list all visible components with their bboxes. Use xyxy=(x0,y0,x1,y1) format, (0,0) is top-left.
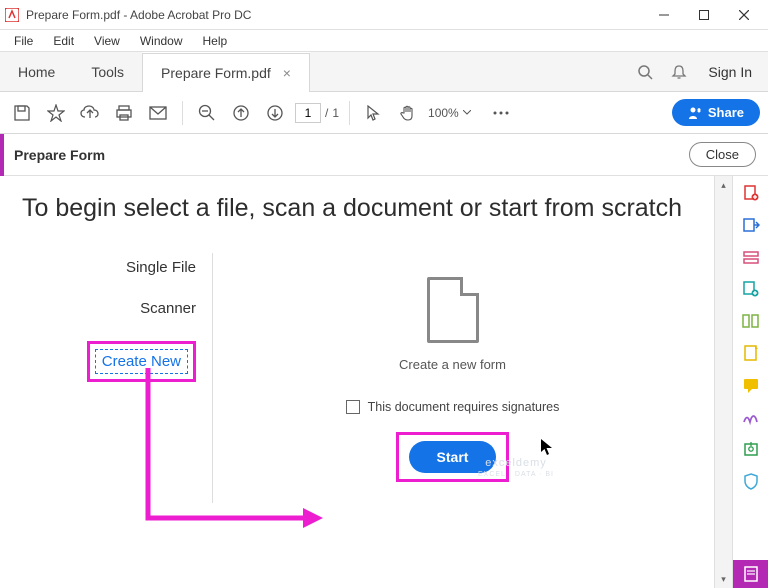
more-icon[interactable] xyxy=(487,99,515,127)
hand-icon[interactable] xyxy=(394,99,422,127)
cloud-upload-icon[interactable] xyxy=(76,99,104,127)
tab-document[interactable]: Prepare Form.pdf × xyxy=(142,53,310,92)
share-label: Share xyxy=(708,105,744,120)
cursor-icon xyxy=(540,438,554,456)
comment-icon[interactable] xyxy=(740,374,762,396)
minimize-button[interactable] xyxy=(644,1,684,29)
vertical-scrollbar[interactable]: ▴ ▾ xyxy=(714,176,732,588)
organize-icon[interactable] xyxy=(740,310,762,332)
menu-edit[interactable]: Edit xyxy=(45,32,82,50)
option-column: Single File Scanner Create New xyxy=(22,247,212,547)
page-current-input[interactable] xyxy=(295,103,321,123)
bell-icon[interactable] xyxy=(668,61,690,83)
save-icon[interactable] xyxy=(8,99,36,127)
option-scanner[interactable]: Scanner xyxy=(140,300,196,317)
page-slash: / xyxy=(325,106,328,120)
new-file-icon xyxy=(427,277,479,343)
context-bar: Prepare Form Close xyxy=(0,134,768,176)
watermark-line2: EXCEL · DATA · BI xyxy=(478,470,554,479)
scroll-up-icon[interactable]: ▴ xyxy=(715,176,732,194)
zoom-level[interactable]: 100% xyxy=(428,106,471,120)
context-close-button[interactable]: Close xyxy=(689,142,756,167)
signature-row: This document requires signatures xyxy=(346,400,560,414)
tab-tools-label: Tools xyxy=(91,64,124,80)
menu-help[interactable]: Help xyxy=(195,32,236,50)
chevron-down-icon xyxy=(463,110,471,115)
page-indicator: / 1 xyxy=(295,103,339,123)
tab-home-label: Home xyxy=(18,64,55,80)
watermark: exceldemy EXCEL · DATA · BI xyxy=(478,456,554,479)
page-up-icon[interactable] xyxy=(227,99,255,127)
signature-label: This document requires signatures xyxy=(368,400,560,414)
context-accent-strip xyxy=(0,134,4,176)
maximize-button[interactable] xyxy=(684,1,724,29)
sign-icon[interactable] xyxy=(740,406,762,428)
tab-spacer xyxy=(310,52,624,91)
sign-in-button[interactable]: Sign In xyxy=(702,64,758,80)
window-title: Prepare Form.pdf - Adobe Acrobat Pro DC xyxy=(26,8,644,22)
page-down-icon[interactable] xyxy=(261,99,289,127)
edit-pdf-icon[interactable] xyxy=(740,246,762,268)
menubar: File Edit View Window Help xyxy=(0,30,768,52)
right-rail xyxy=(732,176,768,588)
fill-sign-icon[interactable] xyxy=(740,342,762,364)
toolbar: / 1 100% Share xyxy=(0,92,768,134)
menu-view[interactable]: View xyxy=(86,32,128,50)
search-icon[interactable] xyxy=(634,61,656,83)
export-pdf-icon[interactable] xyxy=(740,214,762,236)
create-pdf-icon[interactable] xyxy=(740,182,762,204)
canvas: To begin select a file, scan a document … xyxy=(0,176,714,588)
share-person-icon xyxy=(688,106,702,120)
tabbar-right: Sign In xyxy=(624,52,768,91)
tab-close-icon[interactable]: × xyxy=(283,65,291,81)
toolbar-separator xyxy=(182,101,183,125)
zoom-out-icon[interactable] xyxy=(193,99,221,127)
close-window-button[interactable] xyxy=(724,1,764,29)
tabbar: Home Tools Prepare Form.pdf × Sign In xyxy=(0,52,768,92)
star-icon[interactable] xyxy=(42,99,70,127)
acrobat-icon xyxy=(4,7,20,23)
scroll-down-icon[interactable]: ▾ xyxy=(715,570,732,588)
signature-checkbox[interactable] xyxy=(346,400,360,414)
tab-document-label: Prepare Form.pdf xyxy=(161,65,271,81)
print-icon[interactable] xyxy=(110,99,138,127)
tab-home[interactable]: Home xyxy=(0,52,73,91)
option-create-new[interactable]: Create New xyxy=(95,349,188,374)
page-total: 1 xyxy=(332,106,339,120)
center-column: Create a new form This document requires… xyxy=(213,247,692,547)
tab-tools[interactable]: Tools xyxy=(73,52,142,91)
option-create-new-highlight: Create New xyxy=(87,341,196,382)
pointer-icon[interactable] xyxy=(360,99,388,127)
content-row: Single File Scanner Create New Create a … xyxy=(22,247,692,547)
window-titlebar: Prepare Form.pdf - Adobe Acrobat Pro DC xyxy=(0,0,768,30)
toolbar-separator xyxy=(349,101,350,125)
watermark-line1: exceldemy xyxy=(478,456,554,470)
mail-icon[interactable] xyxy=(144,99,172,127)
option-single-file[interactable]: Single File xyxy=(126,259,196,276)
prepare-form-icon[interactable] xyxy=(733,560,768,588)
center-caption: Create a new form xyxy=(399,357,506,372)
headline: To begin select a file, scan a document … xyxy=(22,194,692,223)
context-title: Prepare Form xyxy=(14,147,105,163)
zoom-value: 100% xyxy=(428,106,459,120)
share-button[interactable]: Share xyxy=(672,99,760,126)
shield-icon[interactable] xyxy=(740,470,762,492)
menu-file[interactable]: File xyxy=(6,32,41,50)
menu-window[interactable]: Window xyxy=(132,32,191,50)
scroll-track[interactable] xyxy=(715,194,732,570)
workspace: To begin select a file, scan a document … xyxy=(0,176,768,588)
combine-icon[interactable] xyxy=(740,278,762,300)
protect-icon[interactable] xyxy=(740,438,762,460)
